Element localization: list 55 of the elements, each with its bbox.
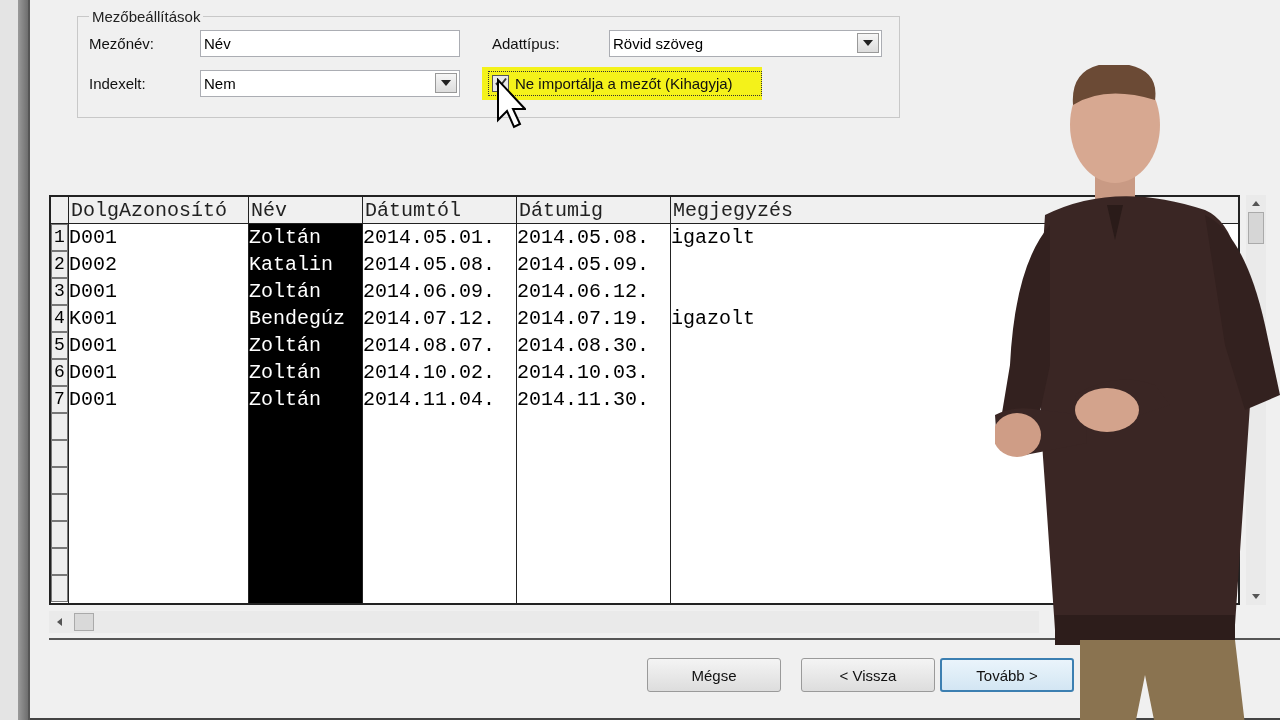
row-number[interactable]: 3 [51, 278, 68, 305]
table-cell: D002 [69, 253, 117, 276]
table-cell: 2014.07.12. [363, 307, 496, 330]
field-label: Indexelt: [89, 74, 147, 92]
table-cell: 2014.05.09. [517, 253, 650, 276]
table-cell: 2014.08.30. [517, 334, 650, 357]
table-cell: D001 [69, 388, 117, 411]
dialog-button[interactable]: Mégse [647, 658, 781, 692]
table-cell: 2014.07.19. [517, 307, 650, 330]
row-number[interactable]: 6 [51, 359, 68, 386]
selected-column[interactable]: Zoltán Katalin Zoltán Bendegúz Zoltán Zoltán Zoltán [249, 224, 362, 603]
table-cell: 2014.05.08. [363, 253, 496, 276]
row-header-cell[interactable] [51, 548, 68, 575]
row-number[interactable]: 5 [51, 332, 68, 359]
row-number[interactable]: 7 [51, 386, 68, 413]
table-cell: D001 [69, 334, 117, 357]
scroll-down-icon[interactable] [1252, 594, 1260, 599]
table-cell: 2014.10.02. [363, 361, 496, 384]
table-cell: D001 [69, 280, 117, 303]
row-header-cell[interactable] [51, 521, 68, 548]
table-cell: 2014.05.01. [363, 226, 496, 249]
table-cell: 2014.05.08. [517, 226, 650, 249]
table-cell: D001 [69, 361, 117, 384]
table-cell: Bendegúz [249, 307, 345, 330]
scroll-thumb[interactable] [74, 613, 94, 631]
row-header-cell[interactable] [51, 440, 68, 467]
row-header-cell[interactable] [51, 494, 68, 521]
table-cell: 2014.10.03. [517, 361, 650, 384]
dialog-button[interactable]: Tovább > [940, 658, 1074, 692]
scroll-left-icon[interactable] [57, 618, 62, 626]
row-header-cell[interactable] [51, 575, 68, 602]
group-title: Mezőbeállítások [91, 8, 202, 25]
row-number[interactable]: 1 [51, 224, 68, 251]
scroll-thumb[interactable] [1248, 212, 1264, 244]
field-label: Adattípus: [492, 34, 561, 52]
type-dropdown[interactable]: Rövid szöveg [609, 29, 882, 57]
field-label: Mezőnév: [89, 34, 156, 52]
name-field[interactable]: Név [200, 29, 460, 57]
table-cell: 2014.06.12. [517, 280, 650, 303]
row-header-cell[interactable] [51, 413, 68, 440]
dialog-button[interactable]: < Vissza [801, 658, 935, 692]
row-header-cell[interactable] [51, 467, 68, 494]
row-number[interactable]: 4 [51, 305, 68, 332]
row-number[interactable]: 2 [51, 251, 68, 278]
table-cell: 2014.08.07. [363, 334, 496, 357]
table-cell: 2014.11.30. [517, 388, 650, 411]
table-cell: 2014.11.04. [363, 388, 496, 411]
indexed-dropdown[interactable]: Nem [200, 69, 460, 97]
table-cell: igazolt [671, 226, 755, 249]
table-cell: K001 [69, 307, 117, 330]
table-cell: D001 [69, 226, 117, 249]
table-cell: 2014.06.09. [363, 280, 496, 303]
scroll-up-icon[interactable] [1252, 201, 1260, 206]
column-header[interactable]: Megjegyzés [673, 199, 794, 222]
table-cell: igazolt [671, 307, 755, 330]
